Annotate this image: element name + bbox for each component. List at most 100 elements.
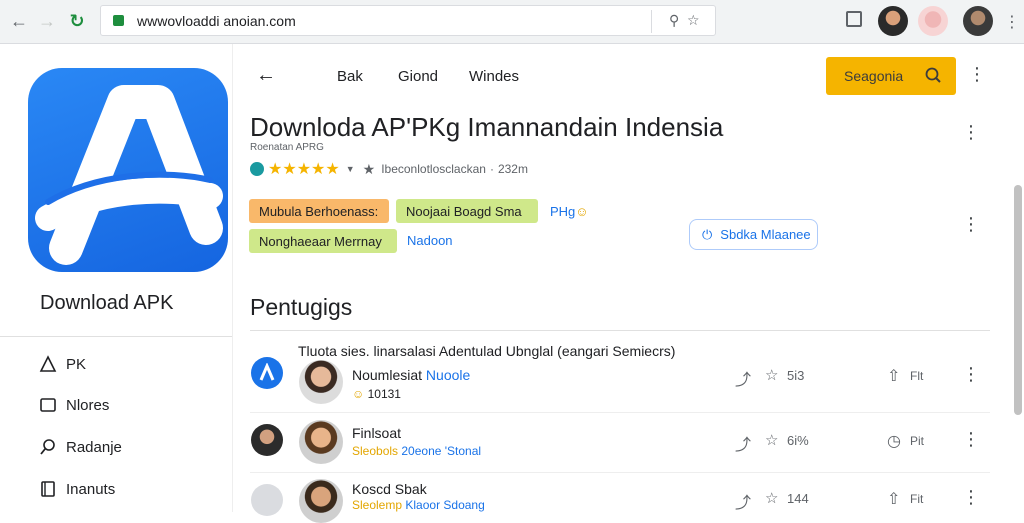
power-icon: ⏻ [702, 226, 713, 242]
share-icon[interactable]: ⇧ [887, 489, 900, 509]
emoji-icon: ☺ [352, 387, 365, 401]
app-size: 232m [497, 162, 528, 176]
sidebar-item-pk[interactable]: PK [38, 352, 86, 376]
tab-windes[interactable]: Windes [469, 68, 519, 85]
timer-icon[interactable]: ◷ [887, 431, 901, 451]
tag-chip-3[interactable]: Nonghaeaar Merrnay [249, 229, 397, 253]
back-arrow-icon[interactable]: ← [8, 10, 30, 32]
review-more-icon[interactable]: ⋮ [962, 429, 980, 450]
reviewer-avatar[interactable] [299, 479, 343, 523]
reviewer-name[interactable]: Noumlesiat Nuoole [352, 367, 470, 383]
star-icon[interactable]: ☆ [765, 431, 778, 449]
review-count: 6i% [787, 433, 809, 448]
thumbs-up-icon[interactable]: ⤴ [735, 366, 751, 390]
section-title: Pentugigs [250, 294, 353, 320]
profile-avatar-2[interactable] [918, 6, 948, 36]
favorite-star-icon[interactable]: ★ [363, 161, 376, 178]
reviewer-name-text: Finlsoat [352, 425, 402, 441]
share-label: Pit [910, 434, 925, 448]
share-icon[interactable]: ⇧ [887, 366, 900, 386]
page-back-icon[interactable]: ← [256, 64, 276, 87]
tag-chip-2[interactable]: Noojaai Boagd Sma [396, 199, 538, 223]
developer-badge-icon [250, 162, 264, 176]
magnifier-icon [924, 66, 942, 87]
forward-arrow-icon[interactable]: → [36, 10, 58, 32]
search-button[interactable]: Seagonia [826, 57, 956, 95]
reviewer-name-text: Koscd Sbak [352, 481, 427, 497]
rating-row: ★★★★★ ▼ ★ Ibeconlotlosclackan · 232m [250, 160, 528, 178]
sidebar-item-label: Nlores [66, 396, 110, 414]
sidebar-item-radanje[interactable]: Radanje [38, 435, 122, 459]
outline-action-button[interactable]: ⏻ Sbdka Mlaanee [689, 219, 818, 250]
tag-link-1[interactable]: PHg☺ [550, 204, 589, 219]
key-icon[interactable]: ⚲ [669, 12, 679, 29]
review-meta-secondary: 20eone 'Stonal [401, 444, 482, 458]
default-user-avatar [251, 484, 283, 516]
profile-avatar-3[interactable] [963, 6, 993, 36]
search-icon [38, 437, 58, 457]
url-text[interactable]: wwwovloaddi anoian.com [137, 13, 296, 29]
review-meta-tertiary: Sdoang [443, 498, 485, 512]
address-bar[interactable]: wwwovloaddi anoian.com ⚲ ☆ [100, 5, 716, 36]
rating-dropdown-icon[interactable]: ▼ [346, 164, 355, 174]
tags-more-icon[interactable]: ⋮ [962, 214, 980, 235]
tab-giond[interactable]: Giond [398, 68, 438, 85]
left-divider [0, 336, 232, 337]
tag-link-2[interactable]: Nadoon [407, 233, 453, 248]
app-logo [28, 68, 228, 272]
left-vertical-divider [232, 44, 233, 512]
app-subtitle: Roenatan APRG [250, 142, 324, 153]
browser-toolbar: ← → ↻ wwwovloaddi anoian.com ⚲ ☆ ⋮ [0, 0, 1024, 44]
review-heading: Tluota sies. linarsalasi Adentulad Ubngl… [298, 343, 676, 359]
review-meta-primary: Sleolemp [352, 498, 403, 512]
tag-chip-1[interactable]: Mubula Berhoenass: [249, 199, 389, 223]
rating-stars-icon: ★★★★★ [268, 161, 340, 178]
sidebar-item-inanuts[interactable]: Inanuts [38, 477, 115, 501]
row-divider [250, 472, 990, 473]
book-icon [38, 479, 58, 499]
folder-icon [38, 395, 58, 415]
thumbs-up-icon[interactable]: ⤴ [735, 489, 751, 513]
tag-link-1-label: PHg [550, 204, 576, 219]
review-more-icon[interactable]: ⋮ [962, 487, 980, 508]
header-more-icon[interactable]: ⋮ [968, 64, 986, 85]
outline-action-label: Sbdka Mlaanee [720, 227, 811, 242]
review-more-icon[interactable]: ⋮ [962, 364, 980, 385]
sidebar-item-label: Radanje [66, 438, 122, 456]
thumbs-up-icon[interactable]: ⤴ [735, 431, 751, 455]
review-count: 5i3 [787, 368, 805, 383]
bookmark-star-icon[interactable]: ☆ [687, 12, 700, 29]
star-icon[interactable]: ☆ [765, 489, 778, 507]
sidebar-item-nlores[interactable]: Nlores [38, 393, 109, 417]
warning-icon [38, 354, 58, 374]
review-count: 144 [787, 491, 809, 506]
tab-bak[interactable]: Bak [337, 68, 363, 85]
title-more-icon[interactable]: ⋮ [962, 122, 980, 143]
review-meta-secondary: Klaoor [405, 498, 441, 512]
app-title: Downloda AP'PKg Imannandain Indensia [250, 112, 724, 142]
left-panel-title: Download APK [40, 292, 174, 314]
share-label: Flt [910, 369, 924, 383]
reload-icon[interactable]: ↻ [66, 10, 88, 32]
extension-icon[interactable] [846, 11, 862, 27]
review-meta: Sleolemp Klaoor Sdoang [352, 498, 485, 512]
rating-text: Ibeconlotlosclackan [381, 162, 486, 176]
reviewer-name[interactable]: Koscd Sbak [352, 481, 427, 497]
app-logo-glyph [35, 85, 223, 265]
share-label: Fit [910, 492, 924, 506]
profile-avatar-1[interactable] [878, 6, 908, 36]
reviewer-avatar[interactable] [299, 420, 343, 464]
reviewer-avatar[interactable] [299, 360, 343, 404]
star-icon[interactable]: ☆ [765, 366, 778, 384]
page-scrollbar[interactable] [1014, 185, 1022, 415]
section-divider [250, 330, 990, 331]
omnibox-divider [651, 10, 652, 33]
user-mini-avatar [251, 424, 283, 456]
sidebar-item-label: Inanuts [66, 480, 116, 498]
browser-menu-icon[interactable]: ⋮ [1004, 12, 1020, 32]
row-divider [250, 412, 990, 413]
reviewer-name[interactable]: Finlsoat [352, 425, 401, 441]
lock-icon [113, 15, 124, 26]
review-meta: Sleobols 20eone 'Stonal [352, 444, 481, 458]
emoji-icon: ☺ [575, 204, 589, 219]
